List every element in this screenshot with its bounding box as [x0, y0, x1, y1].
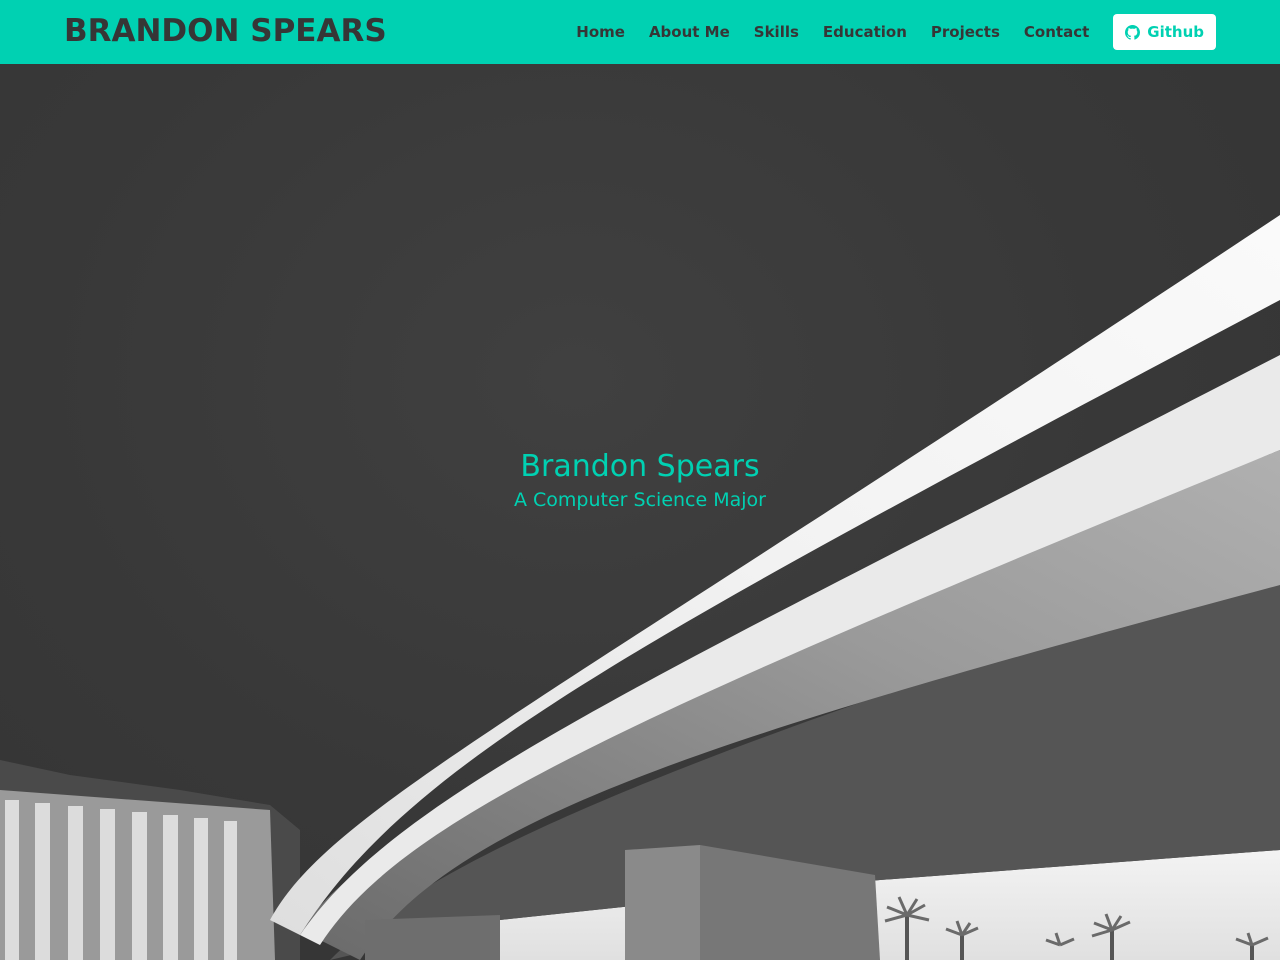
hero-title: Brandon Spears: [520, 449, 760, 484]
brand-name[interactable]: BRANDON SPEARS: [64, 13, 387, 49]
nav-menu: Home About Me Skills Education Projects …: [552, 0, 1216, 64]
github-icon: [1125, 24, 1141, 40]
github-button[interactable]: Github: [1113, 14, 1216, 50]
nav-item-projects[interactable]: Projects: [931, 23, 1000, 41]
nav-item-skills[interactable]: Skills: [754, 23, 799, 41]
github-button-label: Github: [1147, 23, 1204, 41]
hero-subtitle: A Computer Science Major: [514, 489, 766, 511]
navbar: BRANDON SPEARS Home About Me Skills Educ…: [0, 0, 1280, 64]
nav-item-about-me[interactable]: About Me: [649, 23, 730, 41]
nav-item-education[interactable]: Education: [823, 23, 907, 41]
hero-text: Brandon Spears A Computer Science Major: [0, 448, 1280, 514]
nav-item-contact[interactable]: Contact: [1024, 23, 1089, 41]
hero-section: Brandon Spears A Computer Science Major: [0, 64, 1280, 960]
nav-item-home[interactable]: Home: [576, 23, 625, 41]
